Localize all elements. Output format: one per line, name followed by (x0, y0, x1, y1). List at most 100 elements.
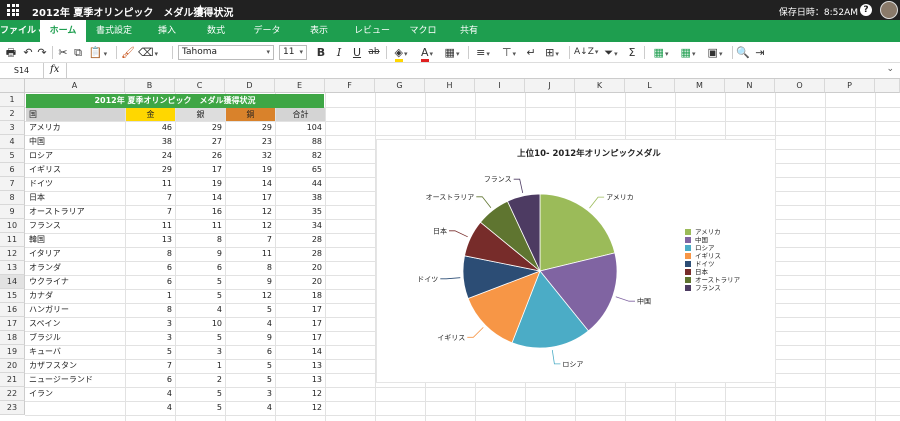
table-cell[interactable]: 3 (126, 331, 175, 345)
table-cell[interactable]: 14 (176, 191, 225, 205)
table-cell[interactable]: 4 (226, 317, 275, 331)
row-header[interactable]: 18 (0, 331, 25, 345)
goto-icon[interactable]: ⇥ (754, 45, 766, 60)
table-cell[interactable]: 5 (226, 359, 275, 373)
table-cell[interactable]: 38 (276, 191, 325, 205)
row-header[interactable]: 15 (0, 289, 25, 303)
table-cell[interactable]: 24 (126, 149, 175, 163)
insert-cells-icon[interactable]: ▦ (650, 45, 672, 60)
table-cell[interactable]: 3 (226, 387, 275, 401)
tab-insert[interactable]: 挿入 (142, 20, 192, 42)
table-cell[interactable]: 5 (226, 373, 275, 387)
table-cell[interactable]: カナダ (26, 289, 125, 303)
column-header[interactable]: K (575, 79, 625, 93)
underline-button[interactable]: U (351, 45, 363, 60)
row-header[interactable]: 10 (0, 219, 25, 233)
header-cell-total[interactable]: 合計 (276, 108, 325, 121)
header-cell-country[interactable]: 国 (26, 108, 125, 121)
table-cell[interactable]: 23 (226, 135, 275, 149)
table-cell[interactable]: 35 (276, 205, 325, 219)
row-header[interactable]: 23 (0, 401, 25, 415)
header-cell-bronze[interactable]: 銅 (226, 108, 275, 121)
table-cell[interactable]: 7 (126, 359, 175, 373)
table-cell[interactable]: 29 (126, 163, 175, 177)
column-header[interactable]: P (825, 79, 875, 93)
cell-reference-box[interactable]: S14 (0, 63, 44, 79)
table-cell[interactable]: 5 (176, 275, 225, 289)
favorite-star-icon[interactable]: ★ (195, 2, 206, 16)
column-header[interactable]: E (275, 79, 325, 93)
table-cell[interactable]: イタリア (26, 247, 125, 261)
row-header[interactable]: 22 (0, 387, 25, 401)
table-cell[interactable]: 6 (126, 261, 175, 275)
table-cell[interactable]: アメリカ (26, 121, 125, 135)
table-cell[interactable]: 11 (176, 219, 225, 233)
table-cell[interactable]: 12 (226, 219, 275, 233)
row-header[interactable]: 9 (0, 205, 25, 219)
column-header[interactable]: G (375, 79, 425, 93)
cut-icon[interactable]: ✂ (57, 45, 69, 60)
table-cell[interactable]: 20 (276, 261, 325, 275)
table-cell[interactable]: 104 (276, 121, 325, 135)
row-header[interactable]: 13 (0, 261, 25, 275)
row-header[interactable]: 11 (0, 233, 25, 247)
find-icon[interactable]: 🔍 (736, 45, 750, 60)
table-cell[interactable]: 10 (176, 317, 225, 331)
table-cell[interactable]: オーストラリア (26, 205, 125, 219)
table-cell[interactable]: 17 (226, 191, 275, 205)
tab-home[interactable]: ホーム (40, 20, 86, 42)
table-cell[interactable]: 17 (176, 163, 225, 177)
tab-share[interactable]: 共有 (446, 20, 492, 42)
table-cell[interactable]: 4 (176, 303, 225, 317)
expand-formula-icon[interactable]: ⌄ (886, 64, 894, 74)
formula-input[interactable] (70, 63, 870, 79)
table-cell[interactable]: ブラジル (26, 331, 125, 345)
table-cell[interactable]: 3 (126, 317, 175, 331)
table-cell[interactable]: 6 (126, 373, 175, 387)
table-cell[interactable]: 12 (226, 289, 275, 303)
tab-view[interactable]: 表示 (294, 20, 344, 42)
row-header[interactable]: 12 (0, 247, 25, 261)
table-cell[interactable] (26, 401, 125, 415)
table-cell[interactable]: 1 (176, 359, 225, 373)
tab-review[interactable]: レビュー (344, 20, 400, 42)
tab-macro[interactable]: マクロ (400, 20, 446, 42)
table-cell[interactable]: 韓国 (26, 233, 125, 247)
table-cell[interactable]: 20 (276, 275, 325, 289)
table-cell[interactable]: 8 (126, 303, 175, 317)
vertical-align-icon[interactable]: ⊤ (499, 45, 519, 60)
table-cell[interactable]: 29 (226, 121, 275, 135)
table-cell[interactable]: 19 (176, 177, 225, 191)
table-cell[interactable]: 9 (226, 331, 275, 345)
table-cell[interactable]: オランダ (26, 261, 125, 275)
table-cell[interactable]: 4 (126, 401, 175, 415)
row-header[interactable]: 8 (0, 191, 25, 205)
column-header[interactable]: A (25, 79, 125, 93)
font-name-select[interactable]: Tahoma ▾ (178, 45, 274, 60)
table-cell[interactable]: 7 (126, 191, 175, 205)
row-header[interactable]: 21 (0, 373, 25, 387)
table-cell[interactable]: 88 (276, 135, 325, 149)
table-cell[interactable]: 3 (176, 345, 225, 359)
table-cell[interactable]: 5 (176, 387, 225, 401)
filter-icon[interactable]: ⏷ (602, 45, 620, 60)
column-header[interactable]: M (675, 79, 725, 93)
tab-formulas[interactable]: 数式 (192, 20, 240, 42)
table-cell[interactable]: 6 (226, 345, 275, 359)
table-cell[interactable]: 12 (276, 401, 325, 415)
sort-icon[interactable]: A↓Z (574, 45, 596, 60)
table-cell[interactable]: 19 (226, 163, 275, 177)
horizontal-align-icon[interactable]: ≡ (473, 45, 493, 60)
table-cell[interactable]: 16 (176, 205, 225, 219)
table-cell[interactable]: 38 (126, 135, 175, 149)
row-header[interactable]: 19 (0, 345, 25, 359)
print-icon[interactable]: 🖶 (4, 45, 18, 60)
merge-cells-icon[interactable]: ⊞ (542, 45, 562, 60)
copy-icon[interactable]: ⧉ (72, 45, 84, 60)
table-cell[interactable]: ウクライナ (26, 275, 125, 289)
paste-icon[interactable]: 📋 (87, 45, 109, 60)
wrap-text-icon[interactable]: ↵ (524, 45, 538, 60)
table-cell[interactable]: カザフスタン (26, 359, 125, 373)
tab-format[interactable]: 書式設定 (86, 20, 142, 42)
table-cell[interactable]: 4 (226, 401, 275, 415)
